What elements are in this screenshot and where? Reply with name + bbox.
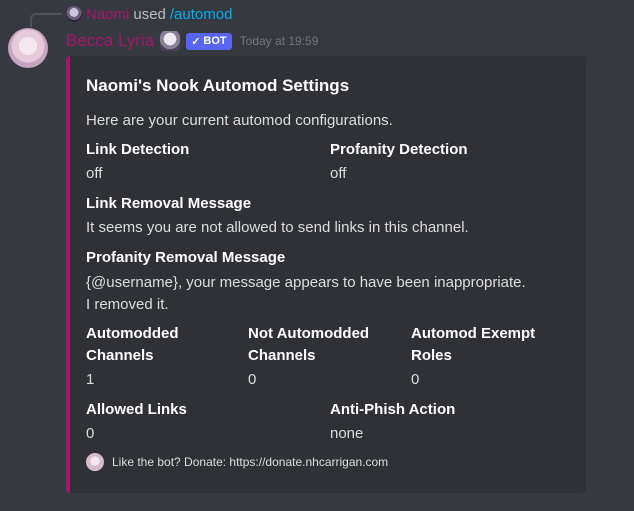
reply-avatar bbox=[66, 6, 82, 22]
field-name-allowed-links: Allowed Links bbox=[86, 401, 187, 418]
field-name-profanity-removal-message: Profanity Removal Message bbox=[86, 249, 286, 266]
embed: Naomi's Nook Automod Settings Here are y… bbox=[66, 56, 586, 493]
field-value-anti-phish-action: none bbox=[330, 425, 364, 442]
footer-text: Like the bot? Donate: https://donate.nhc… bbox=[112, 455, 389, 469]
field-value-link-removal-message: It seems you are not allowed to send lin… bbox=[86, 219, 469, 236]
reply-used-text: used bbox=[133, 5, 166, 23]
author-name[interactable]: Becca Lyria bbox=[66, 31, 154, 51]
message-header: Becca Lyria ✓ BOT Today at 19:59 bbox=[66, 30, 318, 52]
embed-title: Naomi's Nook Automod Settings bbox=[86, 76, 350, 95]
field-name-profanity-detection: Profanity Detection bbox=[330, 141, 468, 158]
field-name-link-detection: Link Detection bbox=[86, 141, 190, 158]
field-value-profanity-detection: off bbox=[330, 165, 347, 182]
reply-command[interactable]: /automod bbox=[170, 6, 233, 23]
reply-connector bbox=[30, 13, 62, 27]
field-name-not-automodded-channels-line2: Channels bbox=[248, 347, 316, 364]
embed-footer: Like the bot? Donate: https://donate.nhc… bbox=[86, 452, 388, 472]
field-value-not-automodded-channels: 0 bbox=[248, 371, 257, 388]
field-value-automod-exempt-roles: 0 bbox=[411, 371, 420, 388]
field-name-automod-exempt-roles-line2: Roles bbox=[411, 347, 452, 364]
bot-tag-label: BOT bbox=[203, 35, 227, 47]
field-name-automodded-channels-line1: Automodded bbox=[86, 325, 179, 342]
reply-username[interactable]: Naomi bbox=[86, 6, 129, 23]
reply-reference[interactable]: Naomi used /automod bbox=[66, 4, 232, 24]
footer-avatar-icon bbox=[86, 453, 104, 471]
field-value-profanity-removal-message-line2: I removed it. bbox=[86, 296, 169, 313]
field-value-link-detection: off bbox=[86, 165, 103, 182]
bot-tag: ✓ BOT bbox=[186, 32, 232, 50]
timestamp[interactable]: Today at 19:59 bbox=[240, 34, 319, 48]
field-value-profanity-removal-message-line1: {@username}, your message appears to hav… bbox=[86, 274, 526, 291]
verified-check-icon: ✓ bbox=[191, 35, 201, 48]
field-name-anti-phish-action: Anti-Phish Action bbox=[330, 401, 456, 418]
author-avatar[interactable] bbox=[8, 28, 48, 68]
embed-description: Here are your current automod configurat… bbox=[86, 112, 393, 129]
field-value-allowed-links: 0 bbox=[86, 425, 95, 442]
field-name-automodded-channels-line2: Channels bbox=[86, 347, 154, 364]
role-icon bbox=[160, 31, 181, 51]
field-name-not-automodded-channels-line1: Not Automodded bbox=[248, 325, 370, 342]
field-name-link-removal-message: Link Removal Message bbox=[86, 195, 252, 212]
field-value-automodded-channels: 1 bbox=[86, 371, 95, 388]
field-name-automod-exempt-roles-line1: Automod Exempt bbox=[411, 325, 536, 342]
